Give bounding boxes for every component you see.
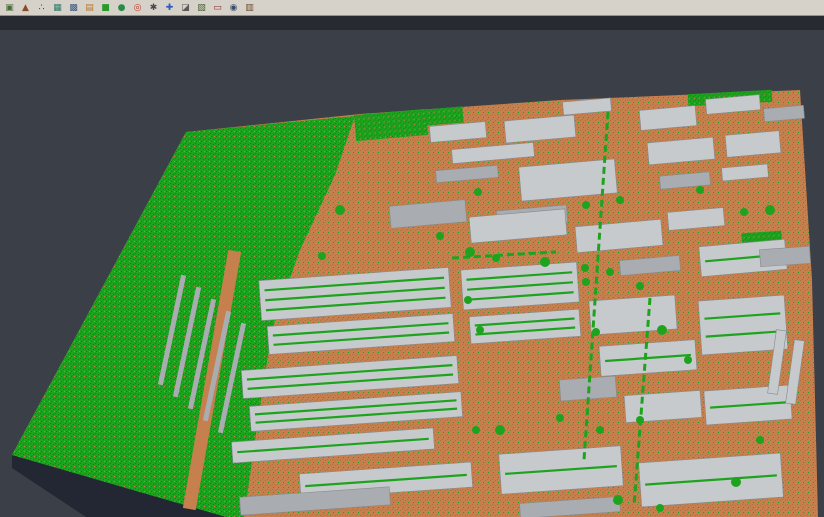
tree bbox=[657, 325, 667, 335]
building-roof bbox=[624, 390, 702, 422]
tree bbox=[731, 477, 741, 487]
histogram-icon[interactable]: ▥ bbox=[243, 2, 256, 14]
tree bbox=[616, 196, 624, 204]
vegetation-patch bbox=[424, 106, 463, 125]
terrain-icon[interactable]: ▲ bbox=[19, 2, 32, 14]
tree bbox=[740, 208, 748, 216]
tree bbox=[581, 264, 589, 272]
tree bbox=[582, 201, 590, 209]
building-roof bbox=[499, 446, 623, 494]
tree bbox=[765, 205, 775, 215]
tree bbox=[656, 504, 664, 512]
tree bbox=[613, 495, 623, 505]
measure-icon[interactable]: ▭ bbox=[211, 2, 224, 14]
sphere-icon[interactable]: ● bbox=[115, 2, 128, 14]
tree bbox=[684, 356, 692, 364]
point-cloud-icon[interactable]: ∴ bbox=[35, 2, 48, 14]
tree bbox=[540, 257, 550, 267]
tree bbox=[696, 186, 704, 194]
tree bbox=[464, 296, 472, 304]
tree bbox=[636, 282, 644, 290]
building-roof bbox=[725, 131, 781, 158]
building-roof bbox=[704, 385, 792, 425]
tree bbox=[476, 326, 484, 334]
tools-icon[interactable]: ✱ bbox=[147, 2, 160, 14]
building-roof bbox=[599, 340, 697, 377]
building-roof bbox=[461, 262, 580, 310]
tree bbox=[756, 436, 764, 444]
tree bbox=[592, 328, 600, 336]
crosshair-icon[interactable]: ✚ bbox=[163, 2, 176, 14]
classification-icon[interactable]: ■ bbox=[99, 2, 112, 14]
tree bbox=[318, 252, 326, 260]
building-roof bbox=[759, 246, 810, 266]
dense-cloud-icon[interactable]: ▦ bbox=[51, 2, 64, 14]
globe-icon[interactable]: ◉ bbox=[227, 2, 240, 14]
application-window: ▣▲∴▦▩▤■●◎✱✚◪▧▭◉▥ bbox=[0, 0, 824, 517]
open-project-icon[interactable]: ▣ bbox=[3, 2, 16, 14]
target-icon[interactable]: ◎ bbox=[131, 2, 144, 14]
tree bbox=[474, 188, 482, 196]
crop-icon[interactable]: ◪ bbox=[179, 2, 192, 14]
mesh-icon[interactable]: ▩ bbox=[67, 2, 80, 14]
tree bbox=[335, 205, 345, 215]
tree bbox=[636, 416, 644, 424]
3d-viewport[interactable] bbox=[0, 0, 824, 517]
tree bbox=[495, 425, 505, 435]
tree bbox=[472, 426, 480, 434]
viewport-top-band bbox=[0, 16, 824, 30]
grid-icon[interactable]: ▧ bbox=[195, 2, 208, 14]
tree bbox=[582, 278, 590, 286]
main-toolbar: ▣▲∴▦▩▤■●◎✱✚◪▧▭◉▥ bbox=[0, 0, 824, 16]
tree bbox=[492, 254, 500, 262]
tree bbox=[436, 232, 444, 240]
texture-icon[interactable]: ▤ bbox=[83, 2, 96, 14]
tree bbox=[556, 414, 564, 422]
tree bbox=[606, 268, 614, 276]
tree bbox=[596, 426, 604, 434]
tree bbox=[465, 247, 475, 257]
